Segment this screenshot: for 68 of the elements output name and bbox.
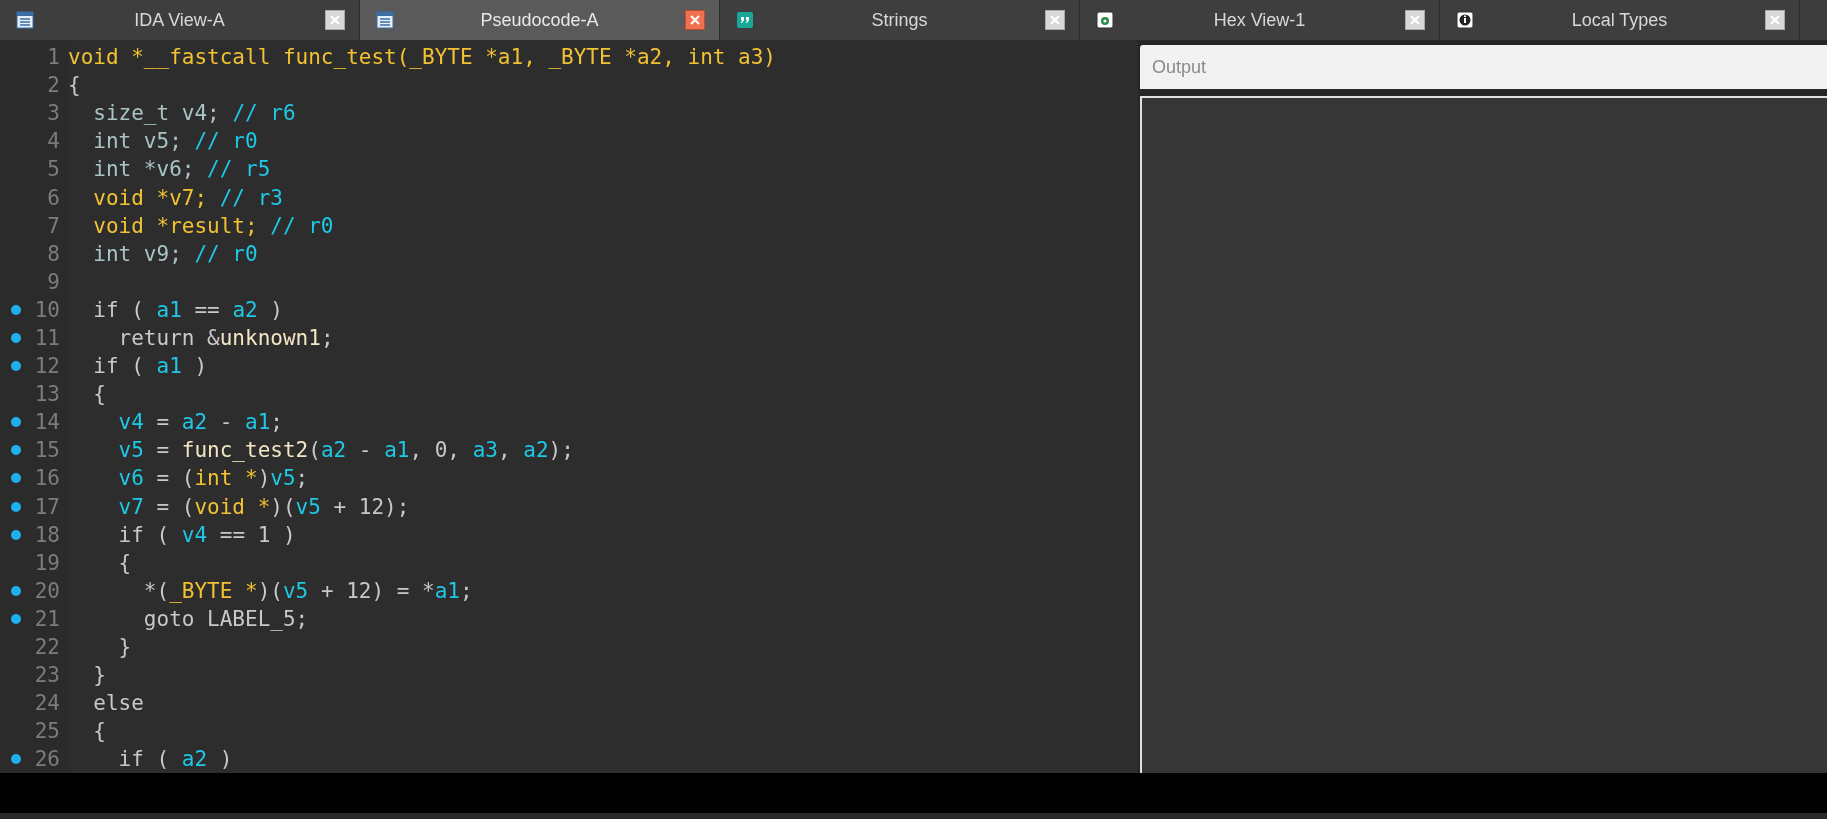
line-number: 22: [34, 635, 60, 659]
line-number: 13: [34, 382, 60, 407]
code-line: else: [92, 691, 144, 716]
line-number: 4: [47, 129, 60, 154]
code-line: v4 = a2 - a1;: [117, 410, 283, 435]
tab-label: Hex View-1: [1212, 9, 1307, 31]
code-line: *(_BYTE *)(v5 + 12) = *a1;: [142, 578, 473, 603]
code-line: if ( v4 == 1 ): [117, 522, 296, 547]
code-line: v5 = func_test2(a2 - a1, 0, a3, a2);: [117, 438, 574, 463]
tab-label: IDA View-A: [133, 9, 226, 31]
code-line: void *v7; // r3: [92, 185, 283, 210]
code-line: }: [92, 663, 106, 688]
line-number: 21: [34, 606, 60, 631]
code-line: v7 = (void *)(v5 + 12);: [117, 494, 410, 519]
line-number: 20: [34, 578, 60, 603]
line-number: 10: [34, 297, 60, 322]
code-line: {: [117, 550, 132, 575]
code-line: if ( a1 == a2 ): [92, 297, 283, 322]
list-window-icon: [376, 11, 394, 29]
line-number: 18: [34, 522, 60, 547]
code-line: void *__fastcall func_test(_BYTE *a1, _BYTE *a2, int a3): [68, 45, 776, 70]
code-line: if ( a2 ): [117, 747, 233, 772]
code-line: }: [117, 635, 132, 659]
tab[interactable]: Pseudocode-A: [360, 0, 720, 40]
code-line: if ( a1 ): [92, 354, 208, 379]
code-line: {: [92, 382, 106, 407]
line-number: 12: [34, 354, 60, 379]
line-number: 7: [47, 213, 60, 238]
code-line: v6 = (int *)v5;: [117, 466, 309, 491]
line-number: 17: [34, 494, 60, 519]
line-number: 16: [34, 466, 60, 491]
tab-label: Local Types: [1570, 9, 1669, 31]
code-line: int v9; // r0: [92, 241, 258, 266]
line-number: 24: [34, 691, 60, 716]
code-line: {: [92, 719, 106, 744]
line-number: 8: [47, 241, 60, 266]
line-number: 11: [34, 326, 60, 350]
code-line: int *v6; // r5: [92, 157, 271, 182]
code-line: goto LABEL_5;: [142, 606, 309, 631]
line-number: 19: [34, 550, 60, 575]
code-line: size_t v4; // r6: [92, 101, 296, 126]
close-icon[interactable]: [685, 10, 705, 30]
close-icon[interactable]: [1045, 10, 1065, 30]
quote-icon: [736, 11, 754, 29]
line-number: 25: [34, 719, 60, 744]
list-window-icon: [16, 11, 34, 29]
line-number: 26: [34, 747, 60, 772]
line-number: 15: [34, 438, 60, 463]
line-number: 6: [47, 185, 60, 210]
line-number: 5: [47, 157, 60, 182]
code-line: void *result; // r0: [92, 213, 334, 238]
tab-label: Strings: [870, 9, 929, 31]
line-number: 2: [47, 73, 60, 98]
close-icon[interactable]: [1765, 10, 1785, 30]
eye-icon: [1096, 11, 1114, 29]
close-icon[interactable]: [1405, 10, 1425, 30]
line-number: 9: [47, 269, 60, 294]
tab-label: Pseudocode-A: [479, 9, 600, 31]
code-line: {: [68, 73, 81, 98]
code-line: return &unknown1;: [117, 326, 334, 350]
line-number: 23: [34, 663, 60, 688]
code-line: int v5; // r0: [92, 129, 258, 154]
line-number: 1: [47, 45, 60, 70]
info-icon: [1456, 11, 1474, 29]
panel-title: Output: [1152, 56, 1207, 78]
line-number: 3: [47, 101, 60, 126]
line-number: 14: [34, 410, 60, 435]
close-icon[interactable]: [325, 10, 345, 30]
